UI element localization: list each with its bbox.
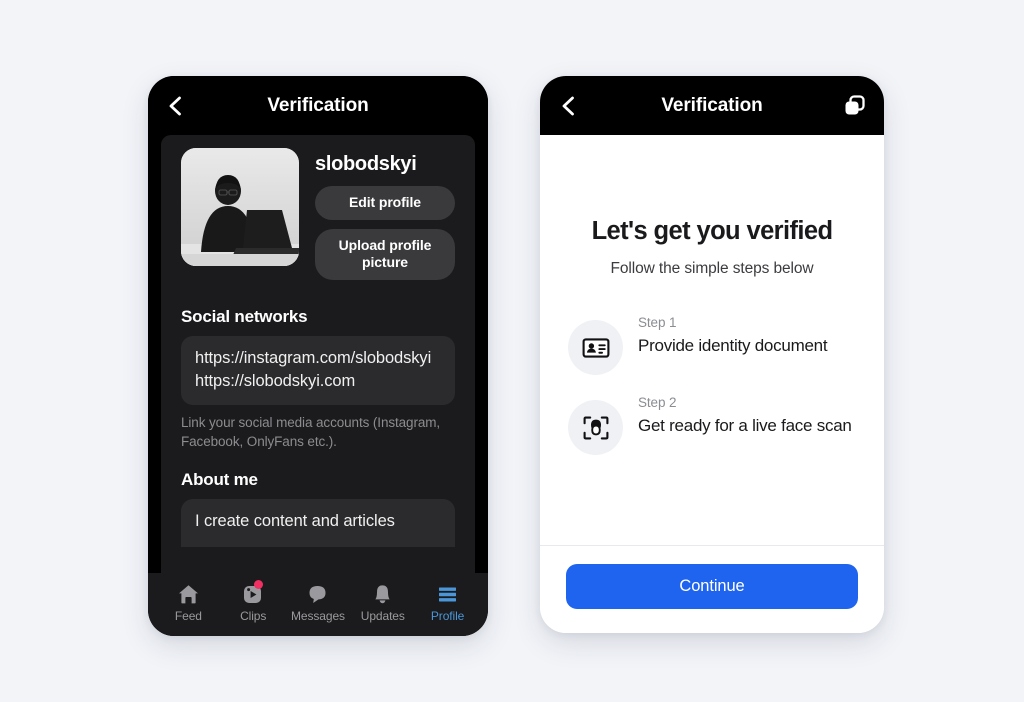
face-scan-icon bbox=[568, 400, 623, 456]
bottom-navigation: Feed Clips Messages Updates Profile bbox=[148, 573, 488, 636]
menu-lines-icon bbox=[436, 582, 459, 605]
id-card-icon bbox=[568, 320, 623, 376]
social-link-line: https://slobodskyi.com bbox=[195, 371, 356, 390]
continue-button[interactable]: Continue bbox=[566, 564, 858, 609]
upload-profile-picture-button[interactable]: Upload profile picture bbox=[315, 228, 455, 280]
about-me-input[interactable]: I create content and articles bbox=[181, 498, 455, 548]
profile-content-area: slobodskyi Edit profile Upload profile p… bbox=[161, 135, 475, 636]
verification-topbar: Verification bbox=[540, 76, 884, 135]
home-icon bbox=[177, 582, 200, 605]
back-icon[interactable] bbox=[161, 92, 189, 120]
step-item: Step 2 Get ready for a live face scan bbox=[568, 394, 856, 456]
nav-item-messages[interactable]: Messages bbox=[287, 582, 349, 623]
nav-item-clips[interactable]: Clips bbox=[222, 580, 284, 623]
copy-duplicate-icon[interactable] bbox=[840, 92, 868, 120]
social-networks-heading: Social networks bbox=[181, 306, 308, 326]
profile-scroll-region[interactable]: slobodskyi Edit profile Upload profile p… bbox=[161, 135, 475, 548]
nav-item-updates[interactable]: Updates bbox=[352, 582, 414, 623]
edit-profile-button[interactable]: Edit profile bbox=[315, 186, 455, 220]
verification-subheading: Follow the simple steps below bbox=[610, 260, 814, 278]
nav-label: Feed bbox=[174, 609, 202, 623]
social-helper-text: Link your social media accounts (Instagr… bbox=[181, 415, 441, 449]
bell-icon bbox=[372, 582, 393, 605]
nav-label: Clips bbox=[240, 609, 267, 623]
back-icon[interactable] bbox=[554, 92, 582, 120]
step-text: Step 1 Provide identity document bbox=[638, 314, 856, 358]
avatar[interactable] bbox=[181, 148, 299, 266]
step-title: Get ready for a live face scan bbox=[638, 416, 852, 436]
verification-footer: Continue bbox=[540, 545, 884, 633]
profile-page-title: Verification bbox=[267, 94, 369, 116]
social-link-line: https://instagram.com/slobodskyi bbox=[195, 348, 432, 367]
profile-header-row: slobodskyi Edit profile Upload profile p… bbox=[181, 145, 455, 289]
verification-phone-mockup: Verification Let's get you verified Foll… bbox=[540, 76, 884, 633]
verification-heading: Let's get you verified bbox=[591, 217, 833, 245]
step-text: Step 2 Get ready for a live face scan bbox=[638, 394, 856, 438]
nav-item-profile[interactable]: Profile bbox=[417, 582, 479, 623]
social-networks-input[interactable]: https://instagram.com/slobodskyi https:/… bbox=[181, 335, 455, 406]
step-title: Provide identity document bbox=[638, 336, 828, 356]
about-me-heading: About me bbox=[181, 469, 258, 489]
screenshot-stage: Verification slobodskyi Edit profile Upl… bbox=[0, 0, 1024, 702]
step-label: Step 1 bbox=[638, 315, 677, 331]
profile-username: slobodskyi bbox=[315, 153, 417, 175]
nav-label: Profile bbox=[430, 609, 465, 623]
step-item: Step 1 Provide identity document bbox=[568, 314, 856, 376]
verification-main: Let's get you verified Follow the simple… bbox=[540, 135, 884, 545]
nav-item-feed[interactable]: Feed bbox=[157, 582, 219, 623]
profile-phone-mockup: Verification slobodskyi Edit profile Upl… bbox=[148, 76, 488, 636]
profile-meta: slobodskyi Edit profile Upload profile p… bbox=[315, 148, 455, 289]
nav-label: Messages bbox=[291, 609, 345, 623]
chat-bubble-icon bbox=[306, 582, 329, 605]
clips-play-icon bbox=[242, 580, 264, 605]
step-label: Step 2 bbox=[638, 395, 677, 411]
about-me-value: I create content and articles bbox=[195, 511, 395, 530]
verification-page-title: Verification bbox=[661, 94, 763, 116]
verification-steps-list: Step 1 Provide identity document Step 2 … bbox=[568, 314, 856, 456]
profile-topbar: Verification bbox=[148, 76, 488, 135]
nav-label: Updates bbox=[360, 609, 405, 623]
verification-content-area: Let's get you verified Follow the simple… bbox=[540, 135, 884, 633]
